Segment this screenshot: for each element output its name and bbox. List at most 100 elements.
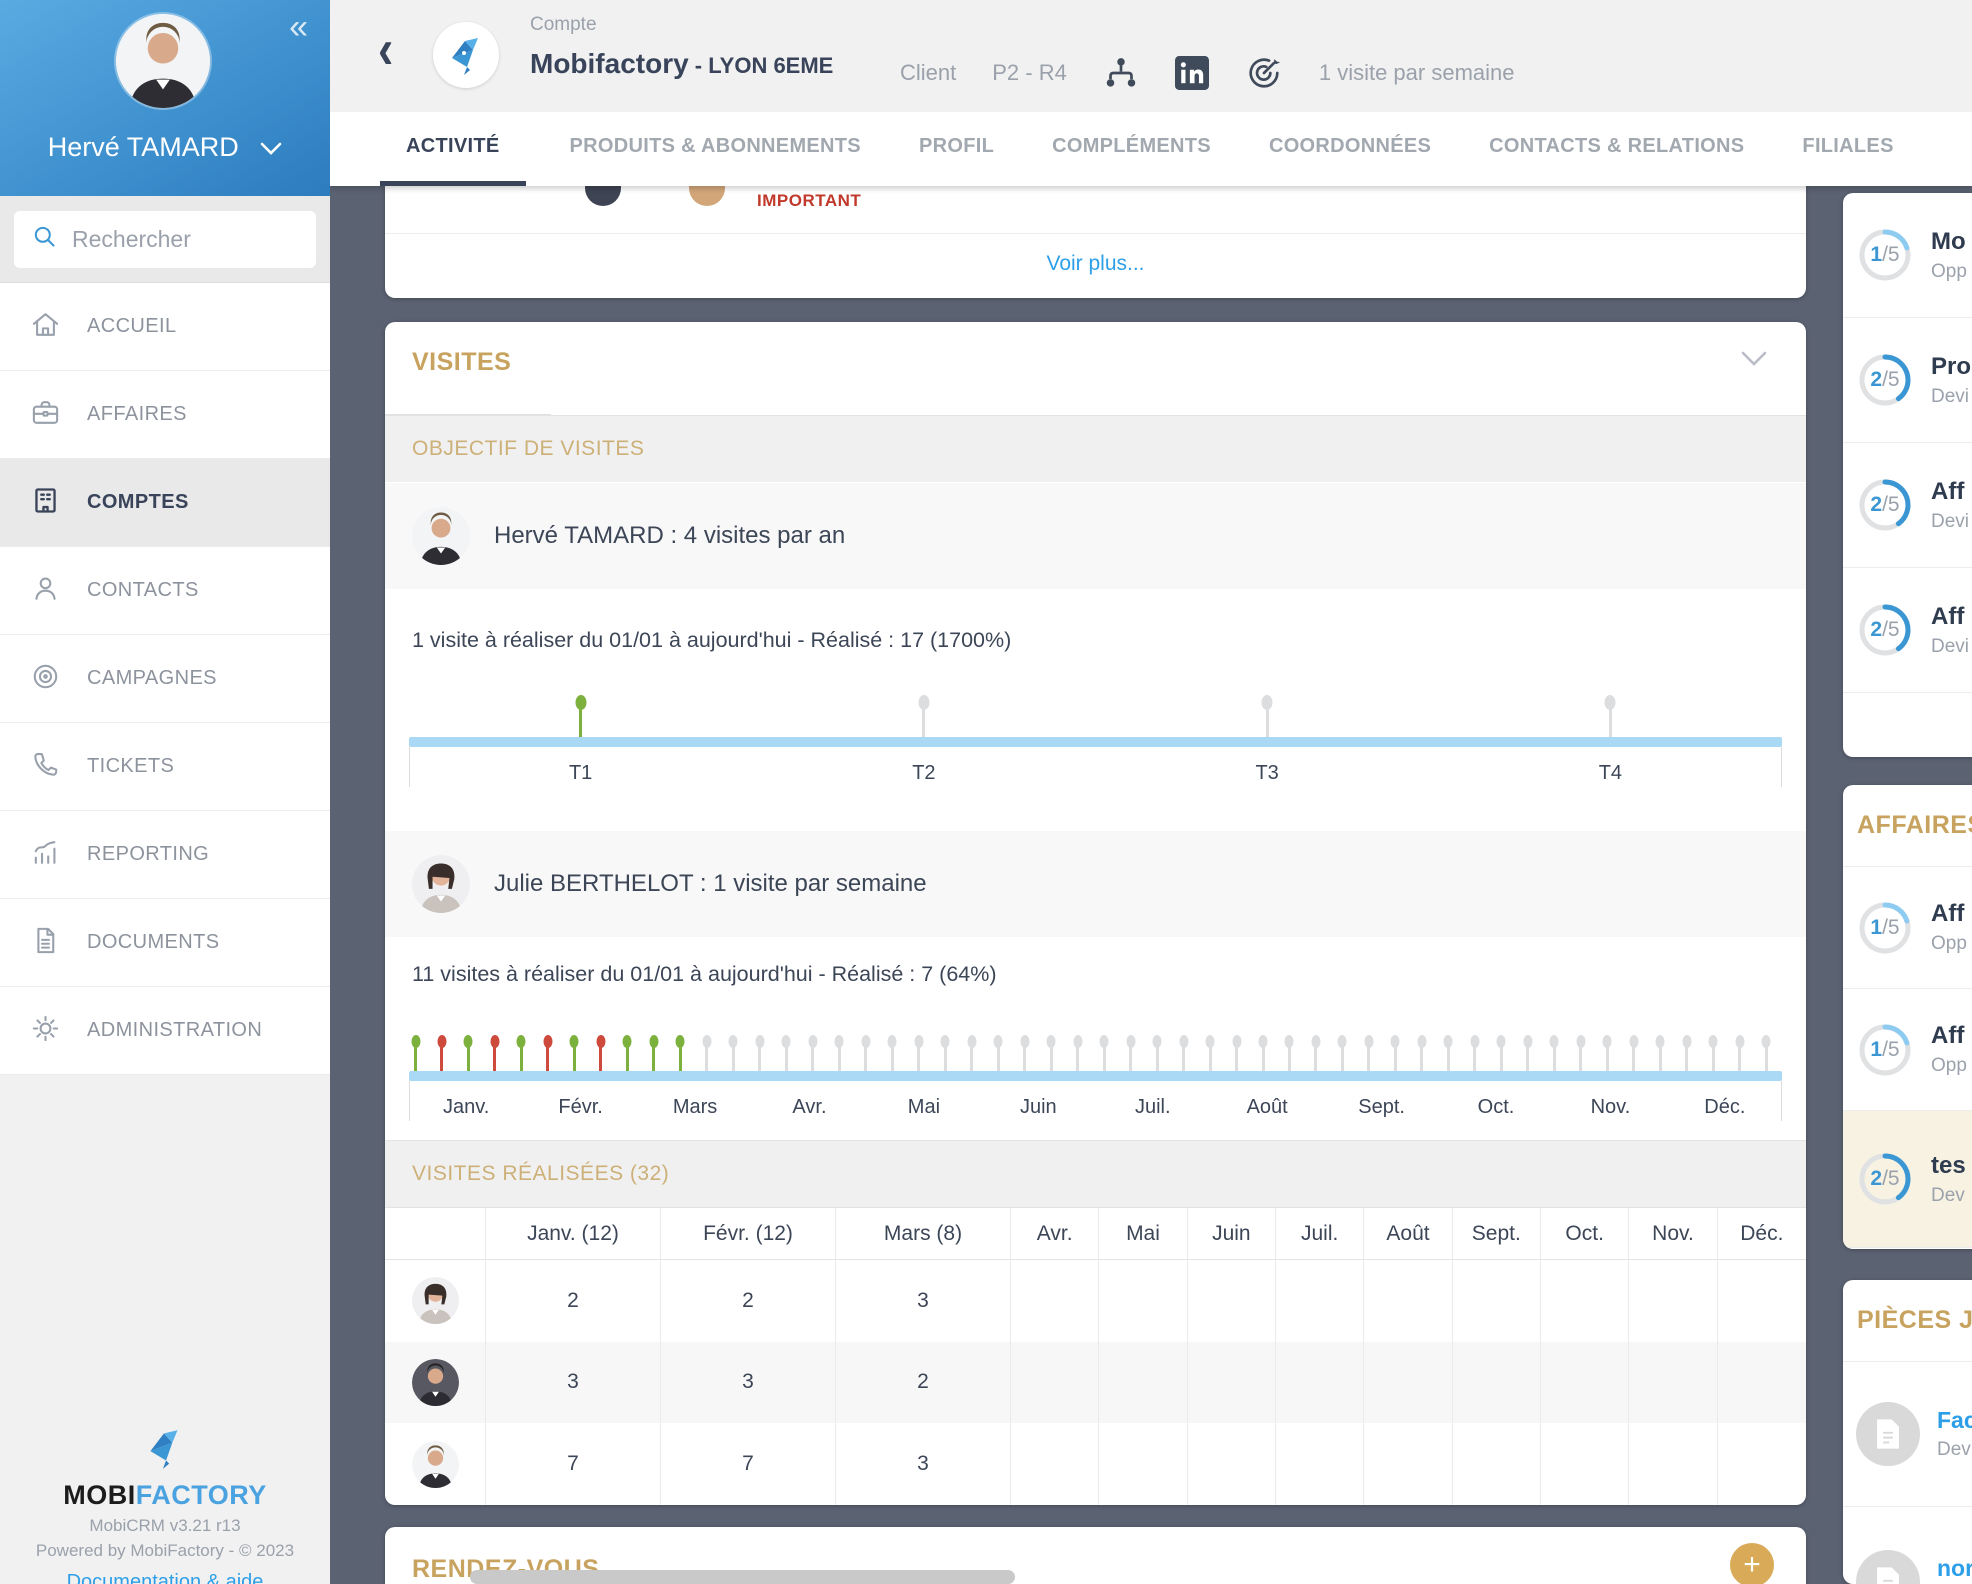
- month-label: Août: [1210, 1096, 1324, 1119]
- tab-coordonn-es[interactable]: COORDONNÉES: [1255, 112, 1445, 186]
- collapse-section-icon[interactable]: [1740, 350, 1768, 373]
- affaires-panel: AFFAIRES 1/5 Aff Opp 1/5 Aff Opp 2/5 tes…: [1843, 785, 1972, 1249]
- visit-count-cell: [1453, 1423, 1541, 1505]
- objective-person-row: Hervé TAMARD : 4 visites par an: [385, 483, 1806, 589]
- visit-pin-gray: [1103, 1045, 1106, 1071]
- visit-pin-gray: [922, 707, 925, 737]
- visit-pin-red: [493, 1045, 496, 1071]
- visit-pin-gray: [732, 1045, 735, 1071]
- tab-contacts-relations[interactable]: CONTACTS & RELATIONS: [1475, 112, 1758, 186]
- visit-count-cell: [1364, 1260, 1452, 1342]
- piece-jointe-item[interactable]: norm Devis: [1843, 1507, 1972, 1584]
- affaire-item[interactable]: 1/5 Aff Opp: [1843, 989, 1972, 1111]
- timeline-bar: [409, 737, 1782, 747]
- org-chart-icon[interactable]: [1103, 55, 1139, 91]
- table-column-header: Mai: [1099, 1208, 1187, 1260]
- search-input[interactable]: Rechercher: [14, 211, 316, 268]
- visit-frequency-label: 1 visite par semaine: [1319, 60, 1515, 86]
- month-label: Déc.: [1668, 1096, 1782, 1119]
- building-icon: [30, 485, 61, 521]
- affaire-item[interactable]: 1/5 Mo Opp: [1843, 193, 1972, 318]
- table-column-header: Juin: [1188, 1208, 1276, 1260]
- account-header: ‹ Compte Mobifactory - LYON 6EME Client …: [330, 0, 1972, 112]
- opportunities-panel: 1/5 Mo Opp 2/5 Pro Devi 2/5 Aff Devi 2/5…: [1843, 193, 1972, 757]
- visit-pin-red: [440, 1045, 443, 1071]
- table-column-header: Janv. (12): [486, 1208, 661, 1260]
- visit-pin-gray: [1394, 1045, 1397, 1071]
- tab-filiales[interactable]: FILIALES: [1788, 112, 1907, 186]
- visit-count-cell: [1718, 1423, 1806, 1505]
- visit-count-cell: 7: [486, 1423, 661, 1505]
- visit-pin-red: [546, 1045, 549, 1071]
- sidebar-item-administration[interactable]: ADMINISTRATION: [0, 987, 330, 1075]
- visit-pin-gray: [1579, 1045, 1582, 1071]
- objective-summary: 11 visites à réaliser du 01/01 à aujourd…: [412, 962, 997, 987]
- account-logo: [433, 22, 499, 88]
- visit-pin-gray: [705, 1045, 708, 1071]
- table-row-avatar: [385, 1260, 486, 1342]
- add-rendezvous-button[interactable]: +: [1730, 1543, 1774, 1584]
- visit-count-cell: 7: [661, 1423, 836, 1505]
- user-menu[interactable]: Hervé TAMARD: [0, 132, 330, 163]
- progress-ring: 2/5: [1856, 601, 1914, 659]
- account-title: Mobifactory - LYON 6EME: [530, 48, 833, 80]
- visit-count-cell: [1276, 1342, 1364, 1424]
- documentation-link[interactable]: Documentation & aide: [0, 1571, 330, 1584]
- user-name: Hervé TAMARD: [48, 132, 239, 162]
- sidebar-collapse-icon[interactable]: «: [289, 10, 308, 44]
- sidebar-item-affaires[interactable]: AFFAIRES: [0, 371, 330, 459]
- affaire-item[interactable]: 2/5 tes Dev: [1843, 1111, 1972, 1248]
- visites-realisees-header: VISITES RÉALISÉES (32): [385, 1140, 1806, 1207]
- account-tabs: ACTIVITÉ PRODUITS & ABONNEMENTS PROFIL COMP…: [330, 112, 1972, 186]
- visit-pin-gray: [1288, 1045, 1291, 1071]
- back-button[interactable]: ‹: [378, 21, 393, 76]
- see-more-link[interactable]: Voir plus...: [385, 252, 1806, 276]
- progress-ring: 2/5: [1856, 351, 1914, 409]
- tab-compl-ments[interactable]: COMPLÉMENTS: [1038, 112, 1225, 186]
- table-column-header: Juil.: [1276, 1208, 1364, 1260]
- chevron-down-icon: [260, 132, 282, 163]
- affaire-item[interactable]: 2/5 Pro Devi: [1843, 318, 1972, 443]
- visit-pin-gray: [944, 1045, 947, 1071]
- sidebar-item-comptes[interactable]: COMPTES: [0, 459, 330, 547]
- visit-count-cell: [1541, 1423, 1629, 1505]
- target-objective-icon[interactable]: [1245, 54, 1283, 92]
- tab-activit-[interactable]: ACTIVITÉ: [380, 112, 526, 186]
- visit-pin-gray: [1609, 707, 1612, 737]
- visit-count-cell: [1718, 1342, 1806, 1424]
- visit-pin-green: [414, 1045, 417, 1071]
- sidebar-item-tickets[interactable]: TICKETS: [0, 723, 330, 811]
- visit-pin-gray: [1262, 1045, 1265, 1071]
- visit-count-cell: [1276, 1260, 1364, 1342]
- visit-count-cell: [1099, 1423, 1187, 1505]
- visit-pin-gray: [1182, 1045, 1185, 1071]
- objective-person-label: Hervé TAMARD : 4 visites par an: [494, 522, 845, 550]
- sidebar-item-reporting[interactable]: REPORTING: [0, 811, 330, 899]
- affaire-item[interactable]: 2/5 Aff Devi: [1843, 568, 1972, 693]
- piece-jointe-item[interactable]: Fact Devis: [1843, 1362, 1972, 1507]
- table-row-avatar: [385, 1423, 486, 1505]
- visit-pin-gray: [1420, 1045, 1423, 1071]
- tab-produits-abonnements[interactable]: PRODUITS & ABONNEMENTS: [556, 112, 875, 186]
- linkedin-icon[interactable]: [1175, 56, 1209, 90]
- search-area: Rechercher: [0, 196, 330, 283]
- visit-count-cell: [1011, 1423, 1099, 1505]
- tab-profil[interactable]: PROFIL: [905, 112, 1008, 186]
- horizontal-scrollbar[interactable]: [470, 1570, 1015, 1584]
- visit-count-cell: [1099, 1260, 1187, 1342]
- sidebar-item-campagnes[interactable]: CAMPAGNES: [0, 635, 330, 723]
- affaire-item[interactable]: 1/5 Aff Opp: [1843, 867, 1972, 989]
- month-label: Oct.: [1439, 1096, 1553, 1119]
- quarter-label: T3: [1096, 762, 1439, 785]
- visit-pin-gray: [1341, 1045, 1344, 1071]
- user-avatar[interactable]: [116, 14, 210, 108]
- visit-count-cell: 2: [661, 1260, 836, 1342]
- search-icon: [31, 223, 58, 255]
- sidebar-item-contacts[interactable]: CONTACTS: [0, 547, 330, 635]
- sidebar-item-documents[interactable]: DOCUMENTS: [0, 899, 330, 987]
- visit-count-cell: [1099, 1342, 1187, 1424]
- sidebar-item-accueil[interactable]: ACCUEIL: [0, 283, 330, 371]
- gear-icon: [30, 1013, 61, 1049]
- affaire-item[interactable]: 2/5 Aff Devi: [1843, 443, 1972, 568]
- visit-pin-gray: [970, 1045, 973, 1071]
